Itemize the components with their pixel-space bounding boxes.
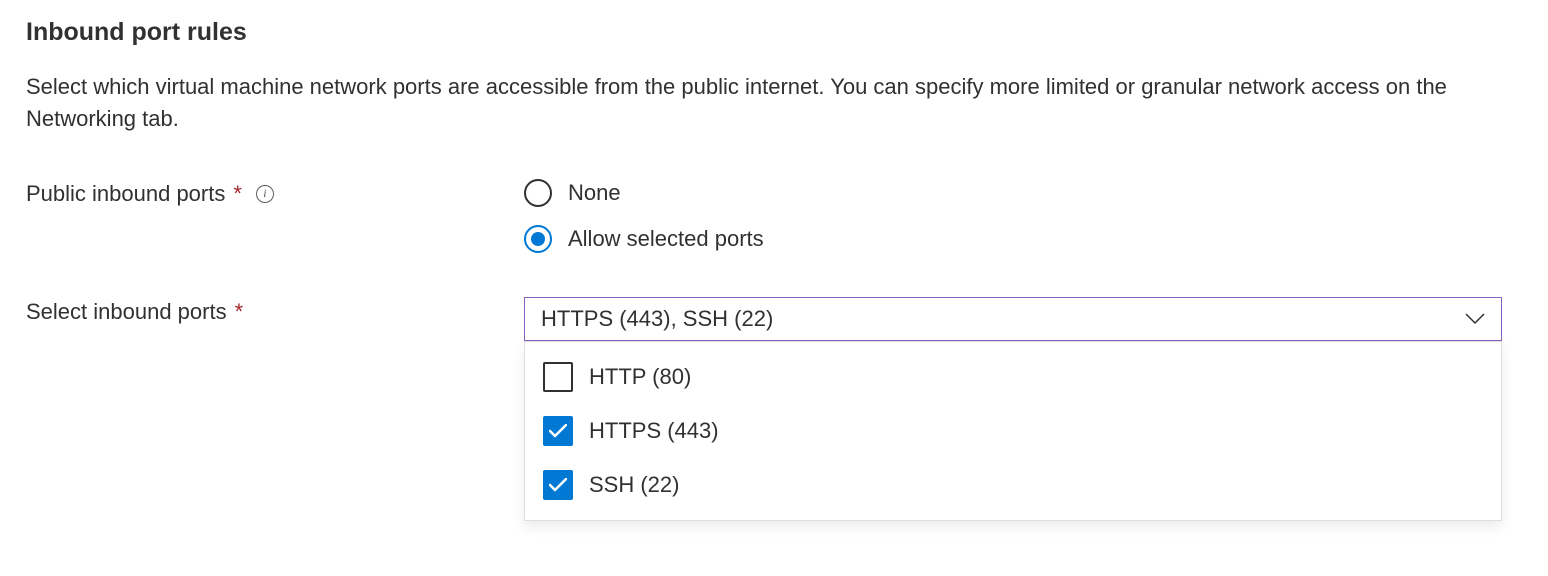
section-description: Select which virtual machine network por…	[26, 71, 1466, 135]
info-icon[interactable]: i	[256, 185, 274, 203]
section-title: Inbound port rules	[26, 18, 1522, 47]
select-inbound-ports-label: Select inbound ports *	[26, 297, 524, 325]
dropdown-selected-text: HTTPS (443), SSH (22)	[541, 306, 773, 332]
option-label: HTTP (80)	[589, 364, 691, 390]
option-ssh[interactable]: SSH (22)	[525, 458, 1501, 512]
radio-label: Allow selected ports	[568, 226, 764, 252]
dropdown-container: HTTPS (443), SSH (22) HTTP (80) HTTP	[524, 297, 1502, 341]
option-label: HTTPS (443)	[589, 418, 719, 444]
checkbox-icon	[543, 362, 573, 392]
option-label: SSH (22)	[589, 472, 679, 498]
radio-circle-icon	[524, 225, 552, 253]
radio-circle-icon	[524, 179, 552, 207]
dropdown-panel: HTTP (80) HTTPS (443)	[524, 341, 1502, 521]
required-indicator: *	[235, 299, 244, 325]
checkbox-icon	[543, 416, 573, 446]
public-ports-radio-group: None Allow selected ports	[524, 179, 1502, 253]
checkmark-icon	[549, 424, 567, 438]
radio-dot-icon	[531, 232, 545, 246]
required-indicator: *	[233, 181, 242, 207]
checkmark-icon	[549, 478, 567, 492]
select-inbound-ports-row: Select inbound ports * HTTPS (443), SSH …	[26, 297, 1522, 341]
public-inbound-ports-row: Public inbound ports * i None Allow sele…	[26, 179, 1522, 253]
radio-allow-selected[interactable]: Allow selected ports	[524, 225, 1502, 253]
radio-group-container: None Allow selected ports	[524, 179, 1502, 253]
inbound-ports-dropdown[interactable]: HTTPS (443), SSH (22)	[524, 297, 1502, 341]
chevron-down-icon	[1465, 313, 1485, 325]
radio-label: None	[568, 180, 621, 206]
label-text: Public inbound ports	[26, 181, 225, 207]
radio-none[interactable]: None	[524, 179, 1502, 207]
checkbox-icon	[543, 470, 573, 500]
public-inbound-ports-label: Public inbound ports * i	[26, 179, 524, 207]
label-text: Select inbound ports	[26, 299, 227, 325]
option-http[interactable]: HTTP (80)	[525, 350, 1501, 404]
option-https[interactable]: HTTPS (443)	[525, 404, 1501, 458]
